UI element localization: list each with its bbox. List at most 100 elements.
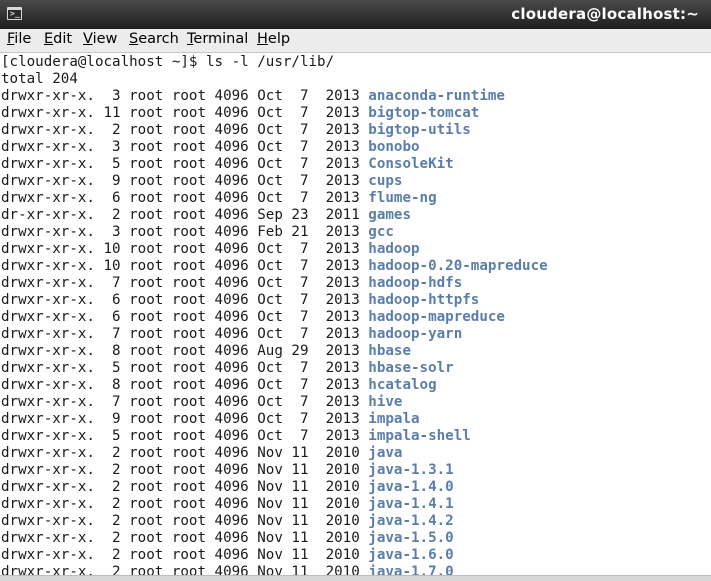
- directory-name: hadoop: [368, 241, 420, 257]
- directory-name: java-1.4.1: [368, 496, 454, 512]
- listing-row: drwxr-xr-x. 2 root root 4096 Oct 7 2013 …: [1, 122, 471, 139]
- directory-name: hadoop-yarn: [368, 326, 463, 342]
- listing-row: drwxr-xr-x. 11 root root 4096 Oct 7 2013…: [1, 105, 479, 122]
- listing-row: drwxr-xr-x. 3 root root 4096 Oct 7 2013 …: [1, 139, 420, 156]
- menu-file[interactable]: File: [6, 31, 32, 47]
- directory-name: anaconda-runtime: [368, 88, 505, 104]
- listing-metadata: drwxr-xr-x. 2 root root 4096 Nov 11 2010: [1, 479, 369, 495]
- shell-prompt-line: [cloudera@localhost ~]$ ls -l /usr/lib/: [1, 54, 335, 70]
- listing-row: drwxr-xr-x. 7 root root 4096 Oct 7 2013 …: [1, 326, 462, 343]
- listing-row: drwxr-xr-x. 6 root root 4096 Oct 7 2013 …: [1, 190, 437, 207]
- window-title: cloudera@localhost:~: [511, 5, 699, 23]
- listing-metadata: drwxr-xr-x. 2 root root 4096 Nov 11 2010: [1, 445, 369, 461]
- directory-name: java-1.5.0: [368, 530, 454, 546]
- listing-metadata: drwxr-xr-x. 10 root root 4096 Oct 7 2013: [1, 241, 369, 257]
- title-bar[interactable]: >_ cloudera@localhost:~: [0, 0, 711, 30]
- listing-metadata: drwxr-xr-x. 2 root root 4096 Nov 11 2010: [1, 513, 369, 529]
- listing-row: drwxr-xr-x. 5 root root 4096 Oct 7 2013 …: [1, 360, 454, 377]
- terminal-output[interactable]: [cloudera@localhost ~]$ ls -l /usr/lib/t…: [0, 53, 711, 575]
- listing-metadata: drwxr-xr-x. 9 root root 4096 Oct 7 2013: [1, 411, 369, 427]
- listing-metadata: drwxr-xr-x. 2 root root 4096 Nov 11 2010: [1, 496, 369, 512]
- listing-metadata: drwxr-xr-x. 2 root root 4096 Oct 7 2013: [1, 122, 369, 138]
- listing-row: drwxr-xr-x. 2 root root 4096 Nov 11 2010…: [1, 479, 454, 496]
- listing-metadata: drwxr-xr-x. 3 root root 4096 Feb 21 2013: [1, 224, 369, 240]
- listing-row: drwxr-xr-x. 2 root root 4096 Nov 11 2010…: [1, 564, 454, 575]
- directory-name: java-1.4.0: [368, 479, 454, 495]
- directory-name: cups: [368, 173, 403, 189]
- listing-metadata: drwxr-xr-x. 8 root root 4096 Aug 29 2013: [1, 343, 369, 359]
- listing-row: drwxr-xr-x. 2 root root 4096 Nov 11 2010…: [1, 496, 454, 513]
- menu-view[interactable]: View: [82, 31, 118, 47]
- directory-name: impala-shell: [368, 428, 471, 444]
- listing-metadata: drwxr-xr-x. 2 root root 4096 Nov 11 2010: [1, 462, 369, 478]
- directory-name: java-1.4.2: [368, 513, 454, 529]
- listing-row: drwxr-xr-x. 9 root root 4096 Oct 7 2013 …: [1, 173, 402, 190]
- listing-metadata: drwxr-xr-x. 2 root root 4096 Nov 11 2010: [1, 547, 369, 563]
- directory-name: hbase: [368, 343, 412, 359]
- listing-metadata: drwxr-xr-x. 7 root root 4096 Oct 7 2013: [1, 275, 369, 291]
- listing-metadata: drwxr-xr-x. 6 root root 4096 Oct 7 2013: [1, 190, 369, 206]
- listing-metadata: drwxr-xr-x. 6 root root 4096 Oct 7 2013: [1, 292, 369, 308]
- menu-edit[interactable]: Edit: [43, 31, 73, 47]
- directory-name: hadoop-httpfs: [368, 292, 480, 308]
- listing-row: drwxr-xr-x. 3 root root 4096 Feb 21 2013…: [1, 224, 394, 241]
- directory-name: impala: [368, 411, 420, 427]
- directory-name: gcc: [368, 224, 394, 240]
- listing-row: drwxr-xr-x. 5 root root 4096 Oct 7 2013 …: [1, 428, 471, 445]
- directory-name: hbase-solr: [368, 360, 454, 376]
- menu-search[interactable]: Search: [128, 31, 180, 47]
- listing-row: drwxr-xr-x. 2 root root 4096 Nov 11 2010…: [1, 462, 454, 479]
- directory-name: bonobo: [368, 139, 420, 155]
- menu-terminal[interactable]: Terminal: [186, 31, 249, 47]
- listing-metadata: drwxr-xr-x. 11 root root 4096 Oct 7 2013: [1, 105, 369, 121]
- listing-row: drwxr-xr-x. 2 root root 4096 Nov 11 2010…: [1, 513, 454, 530]
- listing-row: drwxr-xr-x. 7 root root 4096 Oct 7 2013 …: [1, 394, 402, 411]
- listing-metadata: drwxr-xr-x. 7 root root 4096 Oct 7 2013: [1, 326, 369, 342]
- listing-metadata: drwxr-xr-x. 8 root root 4096 Oct 7 2013: [1, 377, 369, 393]
- listing-row: drwxr-xr-x. 5 root root 4096 Oct 7 2013 …: [1, 156, 454, 173]
- listing-metadata: drwxr-xr-x. 3 root root 4096 Oct 7 2013: [1, 139, 369, 155]
- listing-metadata: drwxr-xr-x. 6 root root 4096 Oct 7 2013: [1, 309, 369, 325]
- directory-name: java: [368, 445, 403, 461]
- listing-row: drwxr-xr-x. 8 root root 4096 Aug 29 2013…: [1, 343, 411, 360]
- menu-help[interactable]: Help: [256, 31, 291, 47]
- directory-name: hadoop-mapreduce: [368, 309, 505, 325]
- directory-name: flume-ng: [368, 190, 437, 206]
- directory-name: hcatalog: [368, 377, 437, 393]
- listing-metadata: drwxr-xr-x. 9 root root 4096 Oct 7 2013: [1, 173, 369, 189]
- horizontal-scrollbar[interactable]: [0, 575, 711, 581]
- listing-row: drwxr-xr-x. 10 root root 4096 Oct 7 2013…: [1, 241, 420, 258]
- total-line: total 204: [1, 71, 78, 87]
- directory-name: ConsoleKit: [368, 156, 454, 172]
- listing-row: drwxr-xr-x. 2 root root 4096 Nov 11 2010…: [1, 445, 402, 462]
- listing-row: dr-xr-xr-x. 2 root root 4096 Sep 23 2011…: [1, 207, 411, 224]
- directory-name: hadoop-hdfs: [368, 275, 463, 291]
- listing-row: drwxr-xr-x. 7 root root 4096 Oct 7 2013 …: [1, 275, 462, 292]
- listing-row: drwxr-xr-x. 3 root root 4096 Oct 7 2013 …: [1, 88, 505, 105]
- menu-bar: File Edit View Search Terminal Help: [0, 29, 711, 53]
- listing-row: drwxr-xr-x. 6 root root 4096 Oct 7 2013 …: [1, 309, 505, 326]
- directory-name: hive: [368, 394, 403, 410]
- listing-metadata: drwxr-xr-x. 10 root root 4096 Oct 7 2013: [1, 258, 369, 274]
- listing-metadata: drwxr-xr-x. 2 root root 4096 Nov 11 2010: [1, 530, 369, 546]
- listing-row: drwxr-xr-x. 8 root root 4096 Oct 7 2013 …: [1, 377, 437, 394]
- listing-metadata: drwxr-xr-x. 5 root root 4096 Oct 7 2013: [1, 360, 369, 376]
- listing-row: drwxr-xr-x. 2 root root 4096 Nov 11 2010…: [1, 547, 454, 564]
- listing-metadata: drwxr-xr-x. 2 root root 4096 Nov 11 2010: [1, 564, 369, 575]
- directory-name: java-1.7.0: [368, 564, 454, 575]
- terminal-icon: >_: [7, 7, 22, 20]
- directory-name: bigtop-utils: [368, 122, 471, 138]
- listing-metadata: dr-xr-xr-x. 2 root root 4096 Sep 23 2011: [1, 207, 369, 223]
- listing-metadata: drwxr-xr-x. 3 root root 4096 Oct 7 2013: [1, 88, 369, 104]
- listing-row: drwxr-xr-x. 9 root root 4096 Oct 7 2013 …: [1, 411, 420, 428]
- listing-metadata: drwxr-xr-x. 5 root root 4096 Oct 7 2013: [1, 156, 369, 172]
- directory-name: java-1.3.1: [368, 462, 454, 478]
- listing-row: drwxr-xr-x. 10 root root 4096 Oct 7 2013…: [1, 258, 548, 275]
- directory-name: bigtop-tomcat: [368, 105, 480, 121]
- listing-row: drwxr-xr-x. 2 root root 4096 Nov 11 2010…: [1, 530, 454, 547]
- listing-row: drwxr-xr-x. 6 root root 4096 Oct 7 2013 …: [1, 292, 479, 309]
- directory-name: hadoop-0.20-mapreduce: [368, 258, 548, 274]
- directory-name: java-1.6.0: [368, 547, 454, 563]
- listing-metadata: drwxr-xr-x. 5 root root 4096 Oct 7 2013: [1, 428, 369, 444]
- directory-name: games: [368, 207, 412, 223]
